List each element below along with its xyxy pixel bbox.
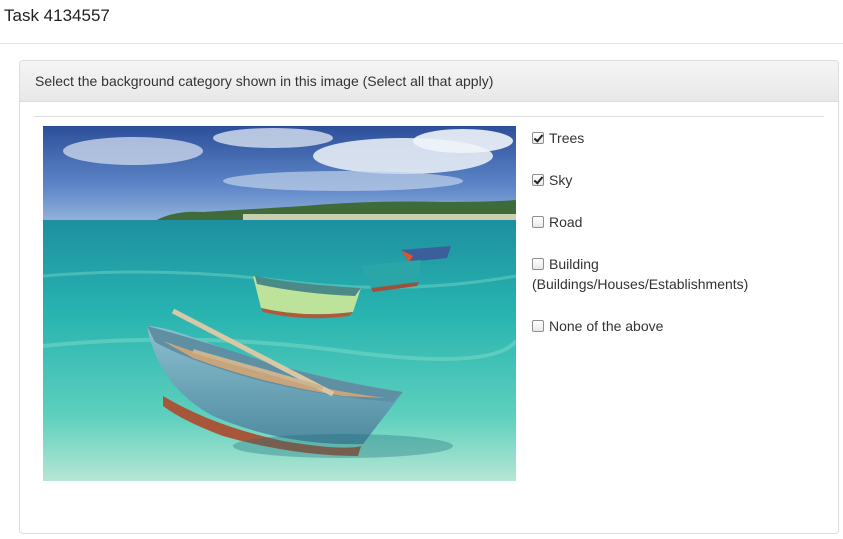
option-none[interactable]: None of the above bbox=[532, 316, 663, 336]
option-sky[interactable]: Sky bbox=[532, 170, 572, 190]
page-header: Task 4134557 bbox=[0, 0, 843, 44]
divider bbox=[34, 116, 824, 117]
sky-label[interactable]: Sky bbox=[549, 172, 572, 188]
page-title: Task 4134557 bbox=[4, 6, 110, 25]
road-label[interactable]: Road bbox=[549, 214, 582, 230]
trees-checkbox[interactable] bbox=[532, 132, 544, 144]
option-trees[interactable]: Trees bbox=[532, 128, 584, 148]
building-label[interactable]: Building bbox=[549, 256, 599, 272]
road-checkbox[interactable] bbox=[532, 216, 544, 228]
none-checkbox[interactable] bbox=[532, 320, 544, 332]
panel-heading: Select the background category shown in … bbox=[20, 61, 838, 102]
sky-checkbox[interactable] bbox=[532, 174, 544, 186]
none-label[interactable]: None of the above bbox=[549, 318, 663, 334]
building-checkbox[interactable] bbox=[532, 258, 544, 270]
task-panel: Select the background category shown in … bbox=[19, 60, 839, 534]
building-sublabel[interactable]: (Buildings/Houses/Establishments) bbox=[532, 276, 748, 292]
option-road[interactable]: Road bbox=[532, 212, 582, 232]
task-image bbox=[43, 126, 516, 481]
option-building[interactable]: Building (Buildings/Houses/Establishment… bbox=[532, 254, 748, 294]
trees-label[interactable]: Trees bbox=[549, 130, 584, 146]
